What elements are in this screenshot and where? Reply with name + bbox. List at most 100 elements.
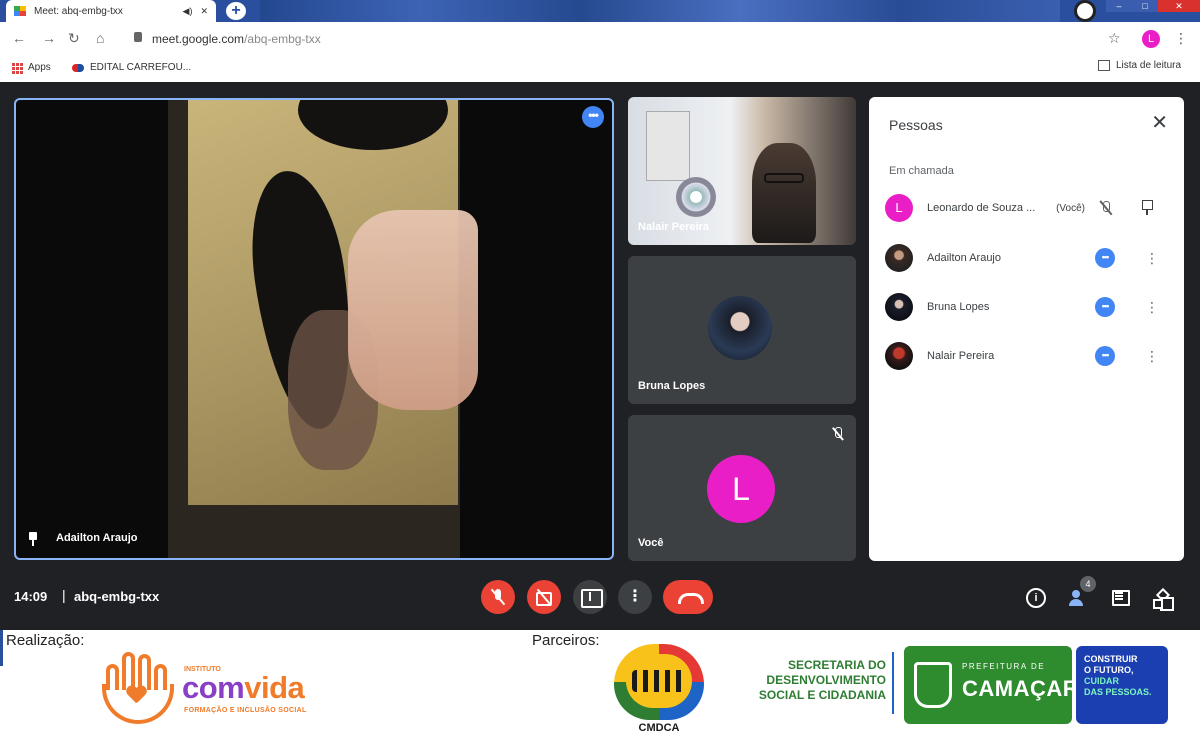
city-emblem-icon (914, 662, 952, 708)
heart-icon (126, 686, 146, 704)
lock-icon[interactable] (134, 32, 142, 42)
back-icon[interactable]: ← (12, 30, 26, 46)
footer-accent-bar (0, 630, 3, 666)
tab-title: Meet: abq-embg-txx (34, 5, 123, 17)
close-icon[interactable]: ✕ (1151, 113, 1168, 133)
avatar (708, 296, 772, 360)
participant-more-button[interactable]: ••• (1095, 346, 1115, 366)
slogan-line: O FUTURO, (1084, 665, 1134, 675)
logo-divider (892, 652, 894, 714)
video-tile-bruna[interactable]: Bruna Lopes (628, 256, 856, 404)
reload-icon[interactable]: ↻ (68, 30, 80, 47)
bookmark-apps[interactable]: Apps (12, 62, 51, 74)
present-now-button[interactable] (573, 580, 607, 614)
meet-stage: ••• Adailton Araujo Nalair Pereira Bruna… (0, 82, 1200, 630)
bookmark-label: Apps (28, 62, 51, 73)
camacari-logo: PREFEITURA DE CAMAÇARI (904, 646, 1085, 724)
mic-off-icon[interactable] (1099, 200, 1113, 216)
carrefour-icon (72, 63, 84, 73)
video-tile-nalair[interactable]: Nalair Pereira (628, 97, 856, 245)
participant-row[interactable]: Adailton Araujo ••• ⋮ (885, 243, 1175, 273)
secretaria-line: SOCIAL E CIDADANIA (758, 688, 886, 702)
meeting-control-bar: 14:09 | abq-embg-txx ⋮ i 4 (0, 574, 1200, 630)
children-figures-icon (632, 670, 686, 692)
cmdca-text: CMDCA (638, 722, 680, 734)
video-shape (752, 143, 816, 243)
participant-menu-icon[interactable]: ⋮ (1145, 250, 1159, 267)
tile-more-options-button[interactable]: ••• (582, 106, 604, 128)
secretaria-logo: SECRETARIA DO DESENVOLVIMENTO SOCIAL E C… (736, 658, 886, 703)
participant-more-button[interactable]: ••• (1095, 297, 1115, 317)
minimize-button[interactable]: – (1106, 0, 1132, 12)
participant-video (168, 100, 478, 558)
maximize-button[interactable]: □ (1132, 0, 1158, 12)
chrome-profile-icon[interactable] (1074, 0, 1096, 22)
participant-menu-icon[interactable]: ⋮ (1145, 348, 1159, 365)
secretaria-line: SECRETARIA DO (787, 658, 886, 672)
video-shape (676, 177, 716, 217)
microphone-toggle-button[interactable] (481, 580, 515, 614)
parceiros-label: Parceiros: (532, 632, 600, 649)
prefeitura-text: PREFEITURA DE (962, 662, 1046, 671)
slogan-badge: CONSTRUIR O FUTURO, CUIDAR DAS PESSOAS. (1076, 646, 1168, 724)
video-shape (764, 173, 804, 183)
meeting-separator: | (62, 587, 66, 603)
comvida-brand: comvida (182, 670, 305, 706)
forward-icon[interactable]: → (42, 30, 56, 46)
more-options-button[interactable]: ⋮ (618, 580, 652, 614)
tile-name: Você (638, 537, 664, 549)
participant-more-button[interactable]: ••• (1095, 248, 1115, 268)
bookmark-edital-carrefour[interactable]: EDITAL CARREFOU... (72, 62, 191, 73)
url-host: meet.google.com (152, 32, 245, 46)
video-shape (646, 111, 690, 181)
meeting-info-icon[interactable]: i (1026, 588, 1046, 608)
profile-avatar[interactable]: L (1142, 30, 1160, 48)
meeting-time: 14:09 (14, 589, 48, 604)
cmdca-logo: CMDCA (610, 642, 708, 740)
slogan-line: CONSTRUIR (1084, 654, 1138, 664)
tab-strip-thumbnails (260, 0, 1060, 22)
chrome-menu-icon[interactable]: ⋮ (1174, 30, 1188, 47)
people-panel: Pessoas ✕ Em chamada L Leonardo de Souza… (869, 97, 1184, 561)
home-icon[interactable]: ⌂ (96, 30, 104, 46)
avatar (885, 342, 913, 370)
main-tile-name: Adailton Araujo (56, 532, 138, 544)
participant-row[interactable]: L Leonardo de Souza ... (Você) (885, 193, 1175, 223)
avatar: L (885, 194, 913, 222)
participant-name: Nalair Pereira (927, 350, 995, 362)
secretaria-line: DESENVOLVIMENTO (766, 673, 886, 687)
new-tab-button[interactable]: + (226, 2, 246, 20)
video-board (188, 100, 478, 505)
pin-icon[interactable] (1141, 200, 1153, 216)
realizacao-label: Realização: (6, 632, 85, 649)
tab-audio-icon[interactable]: ◀) (183, 6, 193, 17)
participant-row[interactable]: Bruna Lopes ••• ⋮ (885, 292, 1175, 322)
comvida-hand-logo-icon (100, 650, 176, 726)
leave-call-button[interactable] (663, 580, 713, 614)
url-field[interactable]: meet.google.com/abq-embg-txx (152, 32, 321, 46)
tab-close-icon[interactable]: ✕ (200, 6, 208, 17)
you-label: (Você) (1056, 202, 1085, 214)
camera-toggle-button[interactable] (527, 580, 561, 614)
pin-icon[interactable] (28, 532, 38, 546)
avatar (885, 244, 913, 272)
main-video-tile[interactable]: ••• Adailton Araujo (14, 98, 614, 560)
video-tile-self[interactable]: L Você (628, 415, 856, 561)
activities-icon[interactable] (1152, 588, 1172, 609)
camacari-name: CAMAÇARI (962, 676, 1086, 701)
comvida-brand-b: vida (244, 670, 305, 705)
video-shape (298, 100, 448, 150)
apps-grid-icon (12, 62, 23, 74)
bookmark-star-icon[interactable]: ☆ (1108, 30, 1121, 47)
people-panel-title: Pessoas (889, 117, 943, 133)
slogan-line: CUIDAR (1084, 676, 1119, 686)
chat-icon[interactable] (1110, 588, 1130, 608)
participant-menu-icon[interactable]: ⋮ (1145, 299, 1159, 316)
people-section-heading: Em chamada (889, 165, 954, 177)
participant-row[interactable]: Nalair Pereira ••• ⋮ (885, 341, 1175, 371)
close-window-button[interactable]: ✕ (1158, 0, 1200, 12)
reading-list-button[interactable]: Lista de leitura (1098, 60, 1181, 71)
participant-name: Adailton Araujo (927, 252, 1001, 264)
browser-tab[interactable]: Meet: abq-embg-txx ◀) ✕ (6, 0, 216, 22)
avatar (885, 293, 913, 321)
